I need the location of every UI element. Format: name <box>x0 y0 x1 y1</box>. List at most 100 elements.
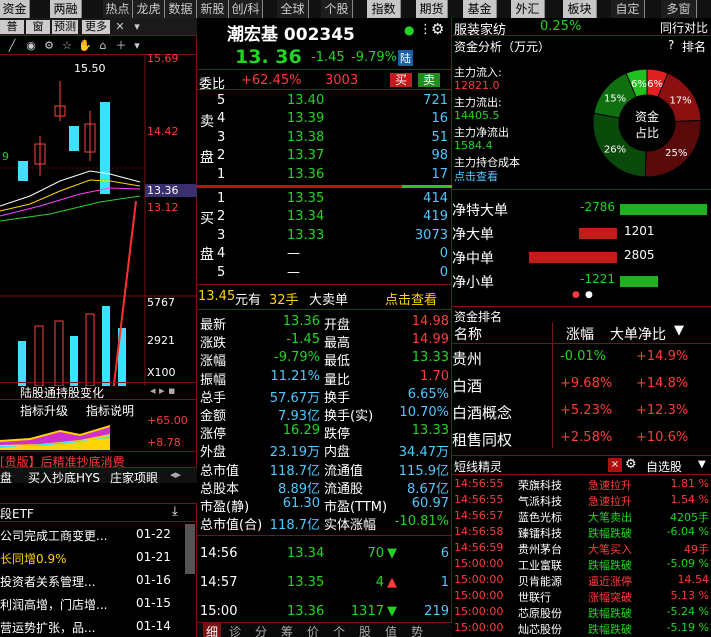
quote-tab[interactable]: 值 <box>385 623 397 637</box>
big-order-link[interactable]: 点击查看 <box>385 289 437 308</box>
top-tab[interactable]: 资金 <box>0 0 30 18</box>
gear-icon[interactable]: ⚙ <box>431 20 444 38</box>
order-book-row[interactable]: 1 13.36 17 <box>217 166 452 184</box>
rank-col-pct[interactable]: 涨幅 <box>566 324 594 344</box>
elf-row[interactable]: 15:00:00 灿芯股份 跌幅跌破 -5.19 % <box>452 620 711 636</box>
order-book-row[interactable]: 5 13.40 721 <box>217 92 452 110</box>
quote-tab[interactable]: 价 <box>307 623 319 637</box>
rank-col-name[interactable]: 名称 <box>454 324 482 344</box>
elf-row[interactable]: 14:56:55 气派科技 急速拉升 1.54 % <box>452 492 711 508</box>
elf-row[interactable]: 15:00:00 贝肯能源 逼近涨停 14.54 <box>452 572 711 588</box>
top-tab[interactable]: 板块 <box>563 0 597 18</box>
top-tab[interactable]: 热点 <box>103 0 133 18</box>
news-headline[interactable]: 长同增0.9% <box>0 550 67 567</box>
tab-pu[interactable]: 普 <box>0 20 24 34</box>
close-icon[interactable]: ✕ <box>113 20 127 34</box>
top-tab[interactable]: 基金 <box>463 0 497 18</box>
news-headline[interactable]: 利润高增，门店增... <box>0 596 107 613</box>
tab-forecast[interactable]: 预测 <box>52 20 78 34</box>
rank-row[interactable]: 白酒 +9.68% +14.8% <box>452 372 711 398</box>
help-icon[interactable]: ? <box>668 38 674 52</box>
scroll-arrows-icon[interactable]: ◂▸ <box>170 468 181 481</box>
order-book-row[interactable]: 4 — 0 <box>217 245 452 263</box>
elf-row[interactable]: 15:00:00 工业富联 跌幅跌破 -5.09 % <box>452 556 711 572</box>
nav-arrows-icon[interactable]: ◂ ▸ ▪ <box>150 384 176 397</box>
news-item[interactable]: 利润高增，门店增... 01-15 <box>0 593 184 615</box>
home-icon[interactable]: ⌂ <box>96 39 110 53</box>
top-tab[interactable]: 多窗 <box>661 0 697 18</box>
elf-row[interactable]: 14:56:58 臻镭科技 跌幅跌破 -6.04 % <box>452 524 711 540</box>
rank-row[interactable]: 租售同权 +2.58% +10.6% <box>452 426 711 452</box>
indicator-upgrade-button[interactable]: 指标升级 <box>20 402 68 419</box>
quote-tab[interactable]: 分 <box>255 623 267 637</box>
page-dot[interactable]: ● <box>585 290 593 300</box>
hold-cost-link[interactable]: 点击查看 <box>454 168 498 184</box>
tab-more[interactable]: 更多 <box>82 20 110 34</box>
sort-down-icon[interactable]: ▼ <box>674 323 684 338</box>
rank-col-net[interactable]: 大单净比 <box>610 324 666 344</box>
top-tab[interactable]: 创/科 <box>229 0 263 18</box>
order-book-row[interactable]: 3 13.33 3073 <box>217 227 452 245</box>
quote-tab[interactable]: 个 <box>333 623 345 637</box>
sell-button[interactable]: 卖 <box>418 73 440 87</box>
top-tab[interactable]: 外汇 <box>511 0 545 18</box>
elf-row[interactable]: 15:00:00 芯原股份 跌幅跌破 -5.24 % <box>452 604 711 620</box>
top-tab[interactable]: 指数 <box>367 0 401 18</box>
top-tab[interactable]: 数据 <box>165 0 197 18</box>
order-book-row[interactable]: 5 — 0 <box>217 264 452 282</box>
peer-compare-link[interactable]: 同行对比 <box>660 19 708 36</box>
elf-row[interactable]: 14:56:59 贵州茅台 大笔买入 49手 <box>452 540 711 556</box>
news-scrollbar[interactable] <box>185 524 195 574</box>
chevron-down-icon[interactable]: ▾ <box>130 20 144 34</box>
order-book-row[interactable]: 4 13.39 16 <box>217 110 452 128</box>
star-icon[interactable]: ☆ <box>60 39 74 53</box>
tab-window[interactable]: 窗 <box>26 20 50 34</box>
chevron-down-icon-2[interactable]: ▾ <box>130 39 144 53</box>
hand-icon[interactable]: ✋ <box>78 39 92 53</box>
elf-row[interactable]: 15:00:00 世联行 涨幅突破 5.13 % <box>452 588 711 604</box>
quote-tab[interactable]: 筹 <box>281 623 293 637</box>
hk-holding-link[interactable]: 陆股通持股变化 <box>20 384 104 401</box>
tab-pan[interactable]: 盘 <box>0 469 12 486</box>
news-headline[interactable]: 投资者关系管理... <box>0 573 95 590</box>
top-tab[interactable]: 全球 <box>277 0 309 18</box>
order-book-row[interactable]: 1 13.35 414 <box>217 190 452 208</box>
tab-buy-bottom[interactable]: 买入抄底HYS <box>28 469 100 486</box>
quote-tab[interactable]: 诊 <box>229 623 241 637</box>
elf-filter-chevron-icon[interactable]: ▼ <box>698 459 706 470</box>
top-tab[interactable]: 两融 <box>50 0 82 18</box>
elf-filter-select[interactable]: 自选股 <box>646 458 682 475</box>
order-book-row[interactable]: 2 13.37 98 <box>217 147 452 165</box>
download-icon[interactable]: ⤓ <box>172 504 178 519</box>
elf-row[interactable]: 14:56:57 蓝色光标 大笔卖出 4205手 <box>452 508 711 524</box>
news-item[interactable]: 长同增0.9% 01-21 <box>0 547 184 569</box>
top-tab[interactable]: 龙虎 <box>133 0 165 18</box>
top-tab[interactable]: 期货 <box>416 0 448 18</box>
sector-name[interactable]: 服装家纺 <box>454 19 506 38</box>
quote-tab[interactable]: 股 <box>359 623 371 637</box>
top-tab[interactable]: 自定 <box>611 0 645 18</box>
buy-button[interactable]: 买 <box>390 73 412 87</box>
eye-icon[interactable]: ◉ <box>24 39 38 53</box>
news-item[interactable]: 公司完成工商变更... 01-22 <box>0 524 184 546</box>
news-headline[interactable]: 公司完成工商变更... <box>0 527 107 544</box>
order-book-row[interactable]: 3 13.38 51 <box>217 129 452 147</box>
news-item[interactable]: 营运势扩张，品... 01-14 <box>0 616 184 637</box>
news-item[interactable]: 投资者关系管理... 01-16 <box>0 570 184 592</box>
add-icon[interactable]: ＋ <box>114 39 128 53</box>
indicator-help-button[interactable]: 指标说明 <box>86 402 134 419</box>
elf-gear-icon[interactable]: ⚙ <box>625 457 637 472</box>
elf-close-icon[interactable]: × <box>608 458 622 472</box>
quote-tab[interactable]: 细 <box>203 623 222 637</box>
settings-icon[interactable]: ⚙ <box>42 39 56 53</box>
order-book-row[interactable]: 2 13.34 419 <box>217 208 452 226</box>
page-dot-active[interactable]: ● <box>572 290 580 300</box>
fund-rank-link[interactable]: 排名 <box>682 38 706 55</box>
top-tab[interactable]: 个股 <box>321 0 353 18</box>
elf-row[interactable]: 14:56:55 荣旗科技 急速拉升 1.81 % <box>452 476 711 492</box>
rank-row[interactable]: 白酒概念 +5.23% +12.3% <box>452 399 711 425</box>
top-tab[interactable]: 新股 <box>197 0 229 18</box>
rank-row[interactable]: 贵州 -0.01% +14.9% <box>452 345 711 371</box>
pen-icon[interactable]: ╱ <box>6 39 18 53</box>
news-headline[interactable]: 营运势扩张，品... <box>0 619 95 636</box>
